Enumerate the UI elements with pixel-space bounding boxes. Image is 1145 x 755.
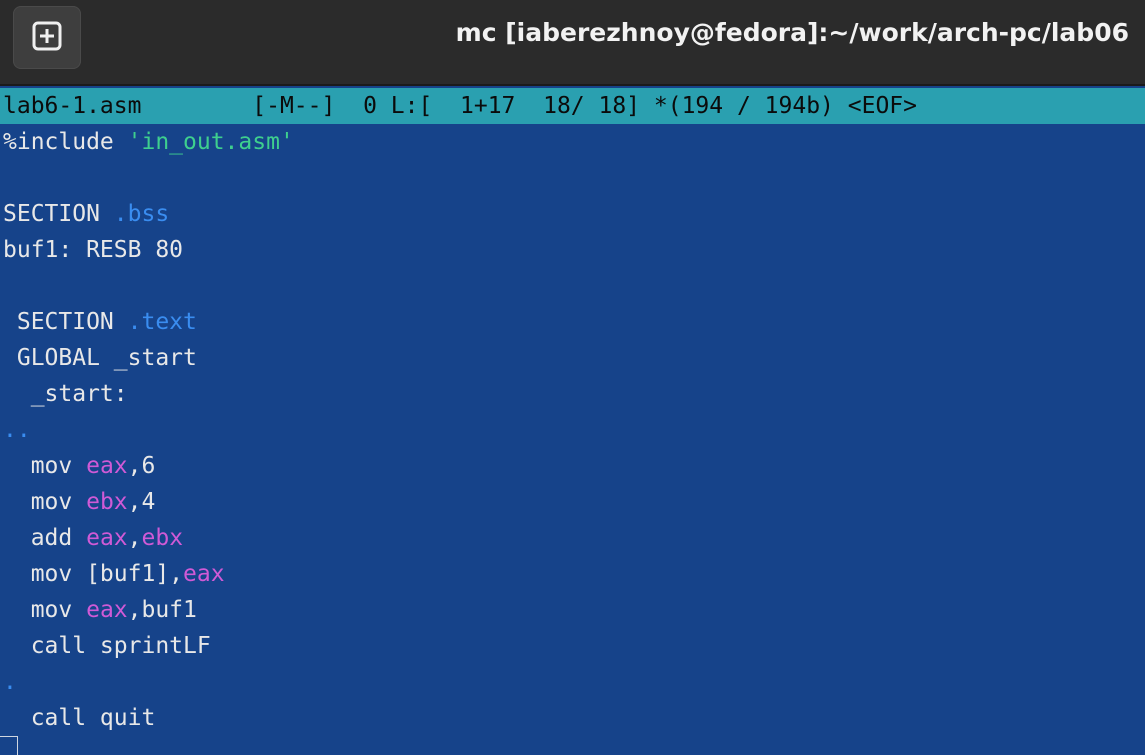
code-token: %include xyxy=(3,129,128,155)
code-line: mov [buf1],eax xyxy=(3,556,294,592)
code-token: _start: xyxy=(3,381,128,407)
editor-area[interactable]: lab6-1.asm [-M--] 0 L:[ 1+17 18/ 18] *(1… xyxy=(0,88,1145,755)
code-line: mov eax,buf1 xyxy=(3,592,294,628)
code-text[interactable]: %include 'in_out.asm' SECTION .bss buf1: R… xyxy=(3,124,294,736)
code-token: mov xyxy=(3,453,87,479)
code-token: mov [buf1], xyxy=(3,561,184,587)
code-token: buf1: RESB 80 xyxy=(3,237,184,263)
code-line: .. xyxy=(3,412,294,448)
code-token: ebx xyxy=(86,489,128,515)
code-token: .text xyxy=(127,309,197,335)
code-line: SECTION .text xyxy=(3,304,294,340)
code-token: eax xyxy=(86,597,128,623)
code-token: ,6 xyxy=(127,453,156,479)
code-line: call quit xyxy=(3,700,294,736)
code-token: eax xyxy=(183,561,225,587)
code-line: add eax,ebx xyxy=(3,520,294,556)
code-token: add xyxy=(3,525,87,551)
code-token: .bss xyxy=(113,201,170,227)
code-token: .. xyxy=(3,417,31,443)
status-column: 0 xyxy=(363,93,377,119)
code-token: SECTION xyxy=(3,309,128,335)
code-token: call sprintLF xyxy=(3,633,211,659)
code-line: _start: xyxy=(3,376,294,412)
code-line: GLOBAL _start xyxy=(3,340,294,376)
code-line: buf1: RESB 80 xyxy=(3,232,294,268)
window-title: mc [iaberezhnoy@fedora]:~/work/arch-pc/l… xyxy=(455,18,1129,47)
code-line: SECTION .bss xyxy=(3,196,294,232)
code-line: mov ebx,4 xyxy=(3,484,294,520)
code-token: GLOBAL _start xyxy=(3,345,197,371)
status-mode: [-M--] xyxy=(252,93,336,119)
code-token: SECTION xyxy=(3,201,114,227)
code-token: mov xyxy=(3,489,87,515)
code-token: ebx xyxy=(141,525,184,551)
status-eof: <EOF> xyxy=(847,93,918,119)
code-token: 'in_out.asm' xyxy=(127,129,294,155)
window-titlebar: mc [iaberezhnoy@fedora]:~/work/arch-pc/l… xyxy=(0,0,1145,86)
code-token: ,4 xyxy=(127,489,156,515)
editor-status-bar: lab6-1.asm [-M--] 0 L:[ 1+17 18/ 18] *(1… xyxy=(0,88,1145,124)
status-filename: lab6-1.asm xyxy=(3,93,142,119)
code-token: mov xyxy=(3,597,87,623)
code-token: eax xyxy=(86,525,128,551)
plus-square-icon xyxy=(32,21,62,55)
code-line: mov eax,6 xyxy=(3,448,294,484)
text-cursor xyxy=(0,736,18,755)
code-token: call quit xyxy=(3,705,156,731)
code-token: . xyxy=(3,669,17,695)
code-token: eax xyxy=(86,453,128,479)
code-line: . xyxy=(3,664,294,700)
new-tab-button[interactable] xyxy=(13,6,81,69)
code-line: %include 'in_out.asm' xyxy=(3,124,294,160)
code-line: call sprintLF xyxy=(3,628,294,664)
code-token: ,buf1 xyxy=(127,597,197,623)
status-size-info: *(194 / 194b) xyxy=(653,93,834,119)
code-token: , xyxy=(127,525,142,551)
status-line-info: L:[ 1+17 18/ 18] xyxy=(390,93,641,119)
